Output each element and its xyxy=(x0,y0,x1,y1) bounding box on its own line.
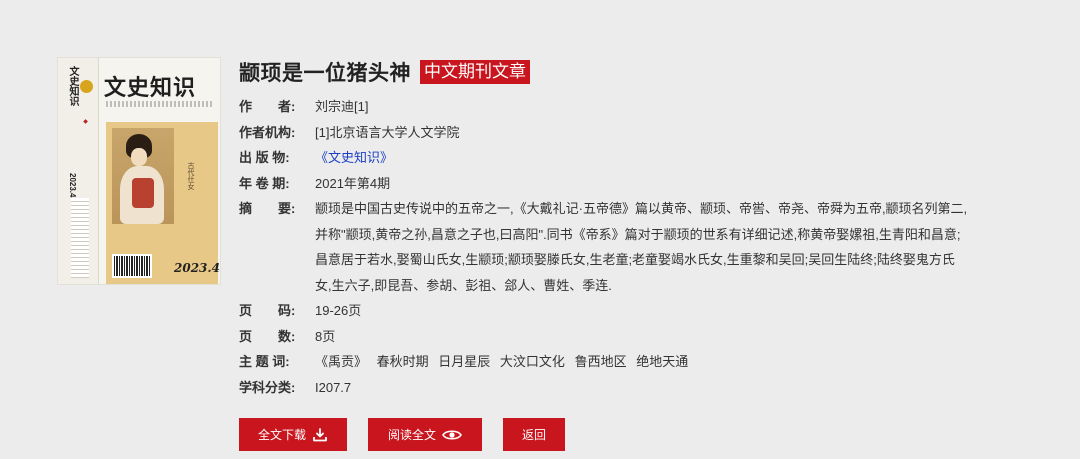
spine-title: 文史知识 xyxy=(67,66,78,106)
keyword-item[interactable]: 鲁西地区 xyxy=(575,354,627,369)
keyword-item[interactable]: 《禹贡》 xyxy=(315,354,367,369)
journal-cover-image: 文史知识 ◆ 2023.4 文史知识 古代仕女 2023.4 xyxy=(57,57,221,285)
field-label-classification: 学科分类: xyxy=(239,379,296,395)
keyword-item[interactable]: 大汶口文化 xyxy=(500,354,565,369)
spine-text-lines xyxy=(71,198,89,278)
read-fulltext-button[interactable]: 阅读全文 xyxy=(368,418,482,451)
cover-title: 文史知识 xyxy=(104,75,197,101)
field-volume: 年 卷 期: 2021年第4期 xyxy=(239,171,969,197)
download-button-label: 全文下载 xyxy=(257,428,306,442)
action-bar: 全文下载 阅读全文 返回 xyxy=(239,418,586,451)
spine-year: 2023.4 xyxy=(68,173,77,198)
field-value-institution: [1]北京语言大学人文学院 xyxy=(315,124,460,140)
back-button[interactable]: 返回 xyxy=(503,418,565,451)
field-abstract: 摘 要: 颛顼是中国古史传说中的五帝之一,《大戴礼记·五帝德》篇以黄帝、颛顼、帝… xyxy=(239,196,969,298)
field-value-classification: I207.7 xyxy=(315,379,352,395)
painting-sash xyxy=(132,178,154,208)
field-value-pages: 19-26页 xyxy=(315,303,362,318)
field-label-abstract: 摘 要: xyxy=(239,201,296,216)
cover-subtitle-line xyxy=(106,101,214,107)
field-label-author: 作 者: xyxy=(239,99,296,114)
field-classification: 学科分类: I207.7 xyxy=(239,375,969,401)
barcode xyxy=(112,254,152,278)
field-label-keywords: 主 题 词: xyxy=(239,354,290,369)
journal-link[interactable]: 《文史知识》 xyxy=(315,150,393,165)
keyword-item[interactable]: 日月星辰 xyxy=(438,354,490,369)
read-button-label: 阅读全文 xyxy=(387,428,436,442)
field-pages: 页 码: 19-26页 xyxy=(239,298,969,324)
spine-logo xyxy=(80,80,93,93)
field-label-institution: 作者机构: xyxy=(239,124,296,140)
download-icon xyxy=(312,427,328,442)
painting-face xyxy=(131,148,147,166)
field-page-count: 页 数: 8页 xyxy=(239,324,969,350)
article-type-badge: 中文期刊文章 xyxy=(420,60,530,84)
field-value-abstract: 颛顼是中国古史传说中的五帝之一,《大戴礼记·五帝德》篇以黄帝、颛顼、帝喾、帝尧、… xyxy=(315,201,968,293)
article-header: 颛顼是一位猪头神 中文期刊文章 xyxy=(239,58,530,86)
cover-spine: 文史知识 ◆ 2023.4 xyxy=(58,58,99,284)
keyword-item[interactable]: 春秋时期 xyxy=(377,354,429,369)
field-publication: 出 版 物: 《文史知识》 xyxy=(239,145,969,171)
cover-issue-number: 2023.4 xyxy=(174,261,220,275)
article-title: 颛顼是一位猪头神 xyxy=(239,62,411,85)
field-label-publication: 出 版 物: xyxy=(239,150,290,165)
field-label-page-count: 页 数: xyxy=(239,328,296,344)
keyword-list: 《禹贡》 春秋时期 日月星辰 大汶口文化 鲁西地区 绝地天通 xyxy=(315,349,969,375)
field-label-pages: 页 码: xyxy=(239,303,296,318)
article-metadata: 作 者: 刘宗迪[1] 作者机构: [1]北京语言大学人文学院 出 版 物: 《… xyxy=(239,94,969,400)
field-institution: 作者机构: [1]北京语言大学人文学院 xyxy=(239,120,969,146)
cover-painting xyxy=(112,128,174,224)
cover-artwork: 古代仕女 2023.4 xyxy=(106,122,220,284)
field-value-page-count: 8页 xyxy=(315,328,336,344)
keyword-item[interactable]: 绝地天通 xyxy=(636,354,688,369)
field-value-volume: 2021年第4期 xyxy=(315,175,391,191)
field-label-volume: 年 卷 期: xyxy=(239,175,290,191)
back-button-label: 返回 xyxy=(521,428,546,442)
eye-icon xyxy=(442,429,462,441)
spine-decoration: ◆ xyxy=(82,118,88,125)
field-keywords: 主 题 词: 《禹贡》 春秋时期 日月星辰 大汶口文化 鲁西地区 绝地天通 xyxy=(239,349,969,375)
field-value-author: 刘宗迪[1] xyxy=(315,99,369,114)
field-author: 作 者: 刘宗迪[1] xyxy=(239,94,969,120)
cover-vertical-text: 古代仕女 xyxy=(187,162,195,190)
download-fulltext-button[interactable]: 全文下载 xyxy=(239,418,347,451)
